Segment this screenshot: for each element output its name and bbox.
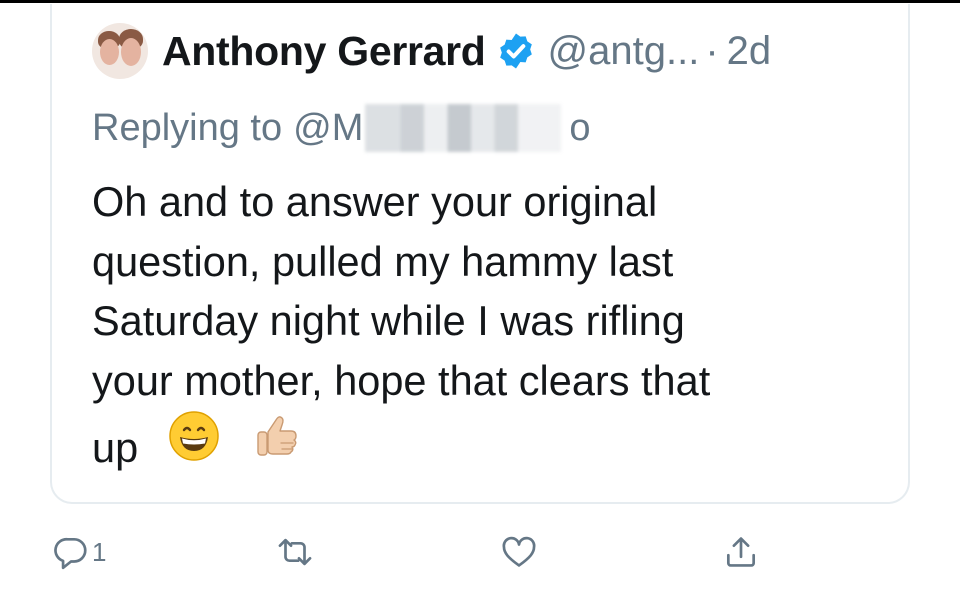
retweet-button[interactable] — [276, 530, 314, 574]
reply-count: 1 — [92, 536, 107, 567]
replying-to-label: Replying to — [92, 106, 283, 149]
share-icon — [726, 537, 756, 567]
tweet-body: Oh and to answer your original question,… — [92, 172, 892, 471]
tweet-age[interactable]: 2d — [727, 29, 772, 74]
tweet-text-word: up — [92, 424, 139, 471]
replying-mention-end[interactable]: o — [569, 107, 590, 150]
author-name[interactable]: Anthony Gerrard — [162, 28, 486, 75]
reply-button[interactable]: 1 — [52, 530, 106, 574]
grinning-face-icon — [168, 410, 220, 462]
top-border — [0, 0, 960, 3]
thumbs-up-icon — [251, 410, 303, 462]
reply-icon — [54, 537, 87, 570]
separator-dot: · — [705, 28, 719, 73]
tweet-text-line-last: up — [92, 410, 892, 471]
retweet-icon — [278, 538, 312, 566]
replying-mention-start[interactable]: @M — [293, 107, 363, 150]
tweet-text-line: your mother, hope that clears that — [92, 356, 711, 404]
redacted-username — [365, 104, 562, 152]
tweet-text-line: Saturday night while I was rifling — [92, 297, 685, 344]
tweet-text-line: Oh and to answer your original — [92, 178, 658, 225]
author-handle[interactable]: @antg... — [548, 29, 700, 74]
replying-to-line: Replying to @M o — [92, 104, 591, 152]
avatar[interactable] — [92, 23, 148, 79]
like-button[interactable] — [500, 530, 538, 574]
verified-badge-icon — [499, 33, 532, 69]
tweet-text-line: question, pulled my hammy last — [92, 237, 674, 285]
share-button[interactable] — [722, 530, 760, 574]
tweet-header: Anthony Gerrard @antg... · 2d — [92, 20, 771, 82]
tweet-actions: 1 — [0, 522, 960, 582]
like-icon — [502, 536, 536, 567]
